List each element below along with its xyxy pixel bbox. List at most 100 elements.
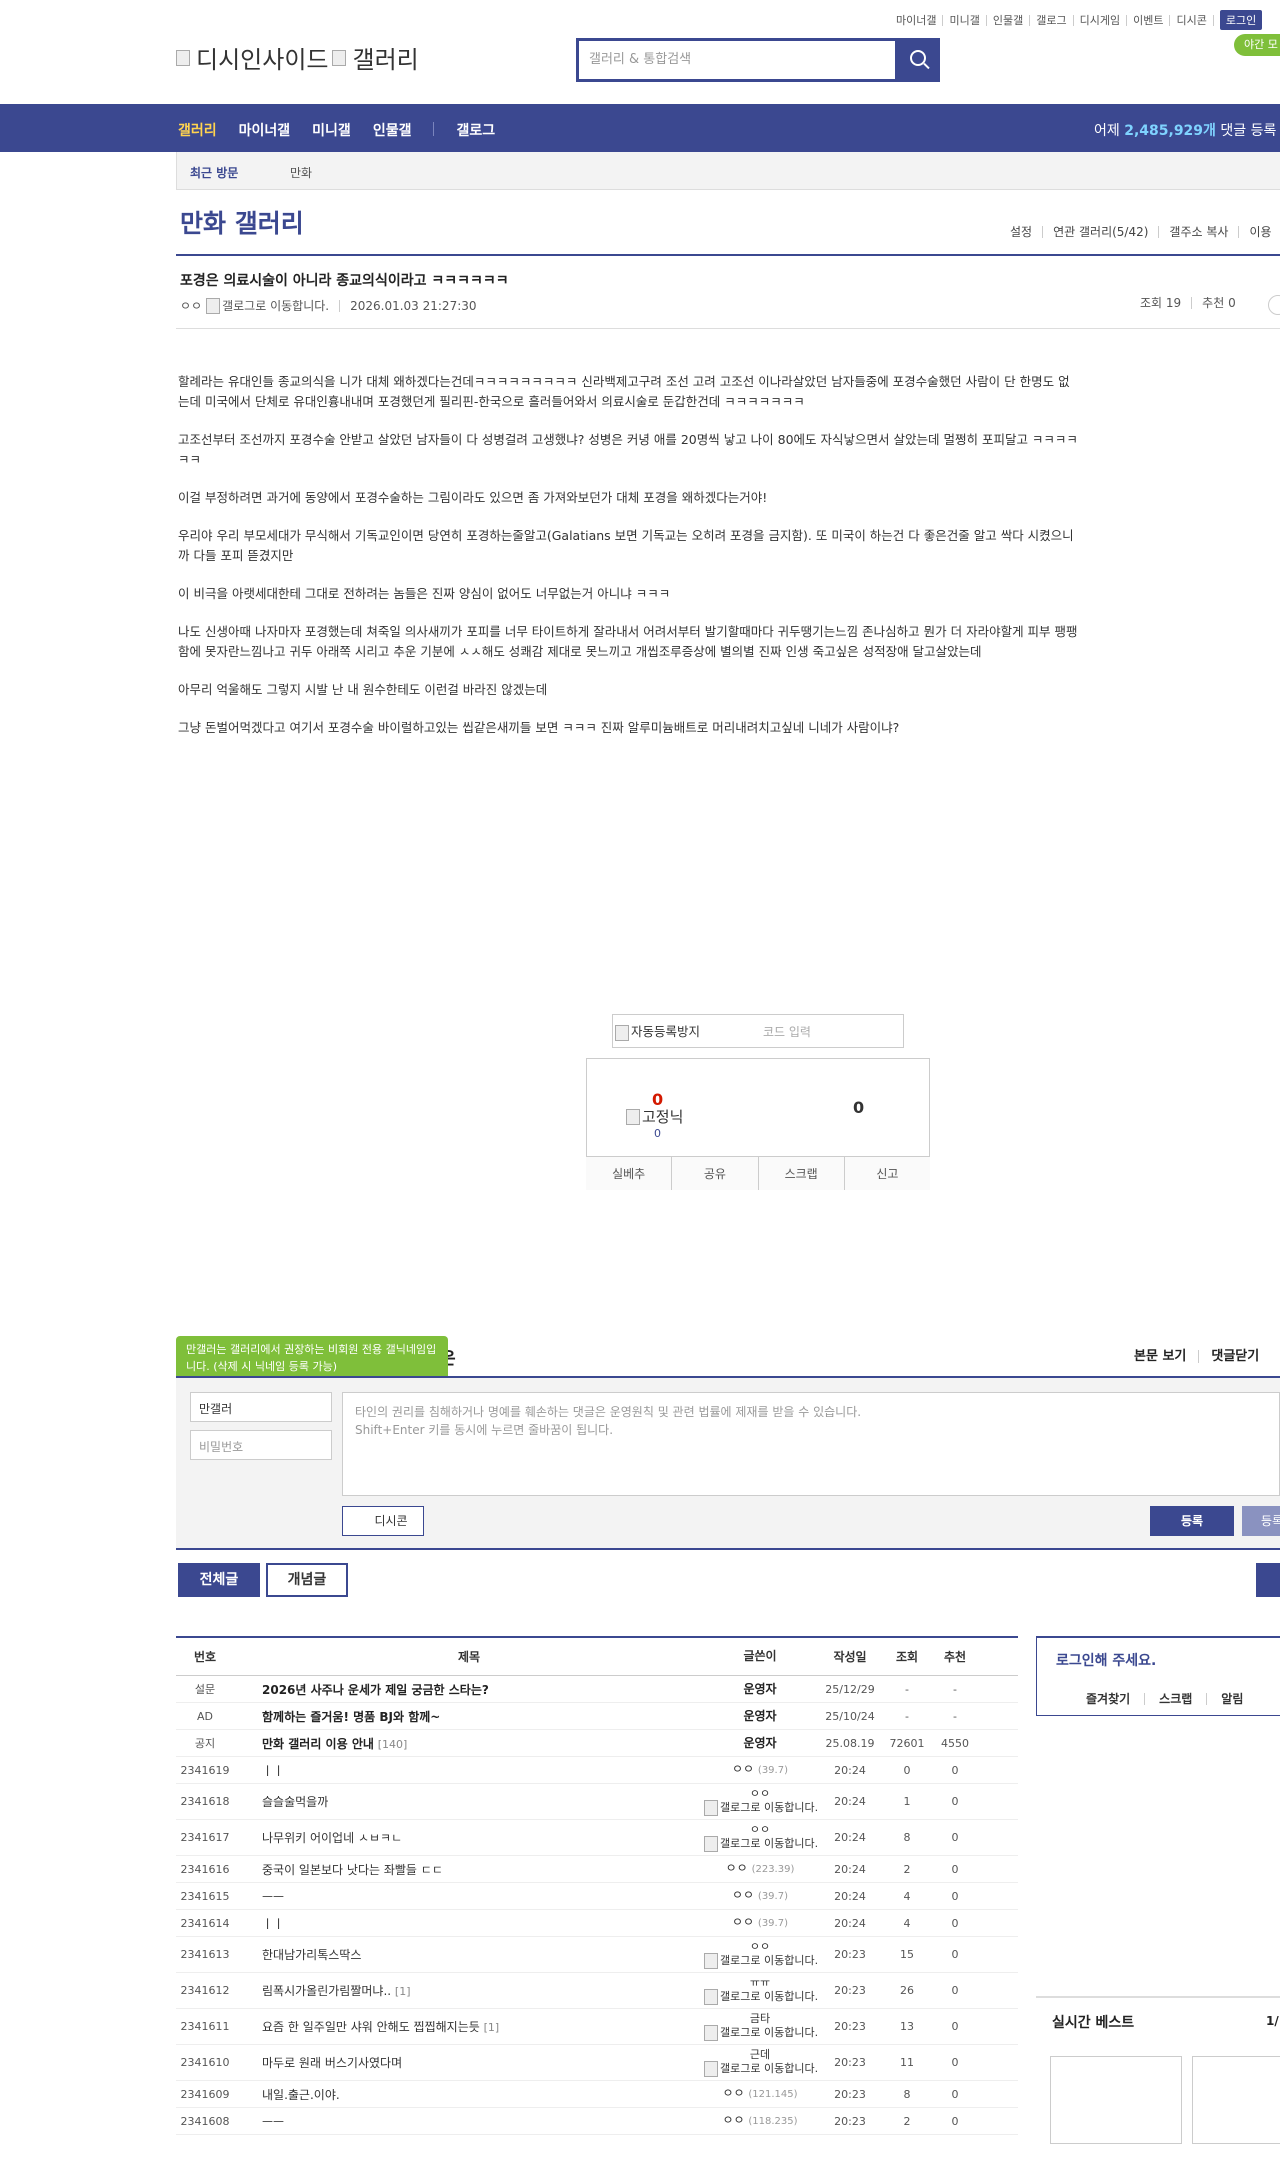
realbest-recommend-button[interactable]: 실베추 — [586, 1157, 671, 1190]
table-row[interactable]: 2341617 나무위키 어이업네 ㅅㅂㅋㄴ ㅇㅇ 갤로그로 이동합니다. 20:24 8… — [176, 1820, 1018, 1856]
share-button[interactable]: 공유 — [671, 1157, 757, 1190]
util-link-minor[interactable]: 마이너갤 — [890, 14, 944, 26]
table-row[interactable]: 공지 만화 갤러리 이용 안내 [140] 운영자 25.08.19 72601 4550 — [176, 1730, 1018, 1757]
row-title-text[interactable]: 내일.출근.이야. — [262, 2088, 340, 2102]
night-mode-toggle[interactable]: 야간 모 — [1234, 34, 1280, 56]
row-writer-nick[interactable]: ㅇㅇ — [732, 1888, 754, 1902]
row-writer-nick[interactable]: ㅇㅇ — [732, 1762, 754, 1776]
row-writer[interactable]: ㅇㅇ (39.7) — [704, 1889, 816, 1903]
view-body-button[interactable]: 본문 보기 — [1122, 1350, 1198, 1363]
row-writer[interactable]: ㅠㅠ 갤로그로 이동합니다. — [704, 1976, 818, 2005]
recommend-fixed-button[interactable]: 고정닉 — [626, 1106, 683, 1127]
more-options-icon[interactable] — [1268, 295, 1280, 315]
table-row[interactable]: 2341611 요즘 한 일주일만 샤워 안해도 찝찝해지는듯 [1] 금타 갤로그로… — [176, 2009, 1018, 2045]
table-row[interactable]: 2341614 ㅣㅣ ㅇㅇ (39.7) 20:24 4 0 — [176, 1910, 1018, 1937]
row-writer-nick[interactable]: ㅇㅇ — [732, 1915, 754, 1929]
notification-link[interactable]: 알림 — [1206, 1693, 1257, 1705]
row-writer-nick[interactable]: 운영자 — [743, 1736, 776, 1750]
row-writer[interactable]: 근데 갤로그로 이동합니다. — [704, 2048, 818, 2077]
related-galleries[interactable]: 연관 갤러리(5/42) — [1043, 226, 1160, 238]
row-title[interactable]: 중국이 일본보다 낫다는 좌빨들 ㄷㄷ — [234, 1861, 704, 1878]
row-writer[interactable]: ㅇㅇ 갤로그로 이동합니다. — [704, 1940, 818, 1969]
comment-textarea[interactable]: 타인의 권리를 침해하거나 명예를 훼손하는 댓글은 운영원칙 및 관련 법률에… — [342, 1392, 1280, 1496]
table-row[interactable]: 설문 2026년 사주나 운세가 제일 궁금한 스타는? 운영자 25/12/29 - - — [176, 1676, 1018, 1703]
row-writer-nick[interactable]: ㅠㅠ — [704, 1976, 816, 1989]
row-writer-nick[interactable]: ㅇㅇ — [722, 2086, 744, 2100]
util-link-game[interactable]: 디시게임 — [1074, 14, 1128, 26]
copy-gallery-address[interactable]: 갤주소 복사 — [1159, 226, 1240, 238]
table-row[interactable]: 2341612 림폭시가올린가림짤머냐.. [1] ㅠㅠ 갤로그로 이동합니다. 20:… — [176, 1973, 1018, 2009]
row-writer[interactable]: ㅇㅇ (121.145) — [704, 2087, 816, 2101]
row-writer-nick[interactable]: 운영자 — [743, 1709, 776, 1723]
row-writer[interactable]: 운영자 — [704, 1736, 816, 1750]
row-writer-nick[interactable]: 근데 — [704, 2048, 816, 2061]
login-button[interactable]: 로그인 — [1219, 10, 1263, 30]
row-writer[interactable]: ㅇㅇ (39.7) — [704, 1916, 816, 1930]
row-title[interactable]: 요즘 한 일주일만 샤워 안해도 찝찝해지는듯 [1] — [234, 2018, 704, 2035]
row-title-text[interactable]: 2026년 사주나 운세가 제일 궁금한 스타는? — [262, 1683, 489, 1697]
table-row[interactable]: 2341609 내일.출근.이야. ㅇㅇ (121.145) 20:23 8 0 — [176, 2081, 1018, 2108]
nav-minor-gallery[interactable]: 마이너갤 — [239, 120, 291, 140]
row-writer-nick[interactable]: ㅇㅇ — [722, 2113, 744, 2127]
row-reply-count[interactable]: [1] — [484, 2021, 500, 2034]
table-row[interactable]: 2341616 중국이 일본보다 낫다는 좌빨들 ㄷㄷ ㅇㅇ (223.39) 20:… — [176, 1856, 1018, 1883]
row-title[interactable]: 2026년 사주나 운세가 제일 궁금한 스타는? — [234, 1681, 704, 1698]
nav-gallog[interactable]: 갤로그 — [456, 120, 495, 140]
row-title[interactable]: 마두로 원래 버스기사였다며 — [234, 2054, 704, 2071]
row-writer-nick[interactable]: ㅇㅇ — [704, 1823, 816, 1836]
row-title[interactable]: ㅣㅣ — [234, 1915, 704, 1932]
row-title[interactable]: 림폭시가올린가림짤머냐.. [1] — [234, 1982, 704, 1999]
row-title[interactable]: 함께하는 즐거움! 명품 BJ와 함께~ — [234, 1708, 704, 1725]
site-logo[interactable]: 디시인사이드 갤러리 — [176, 40, 419, 75]
recent-visit-item[interactable]: 만화 — [290, 164, 312, 181]
util-link-mini[interactable]: 미니갤 — [943, 14, 987, 26]
row-writer[interactable]: ㅇㅇ 갤로그로 이동합니다. — [704, 1787, 818, 1816]
post-author-gallog-link[interactable]: 갤로그로 이동합니다. — [222, 297, 329, 314]
gallery-title[interactable]: 만화 갤러리 — [180, 204, 304, 240]
row-title[interactable]: ㅡㅡ — [234, 2113, 704, 2130]
tab-all-posts[interactable]: 전체글 — [178, 1563, 260, 1597]
util-link-dccon[interactable]: 디시콘 — [1170, 14, 1214, 26]
row-writer-gallog-link[interactable]: 갤로그로 이동합니다. — [704, 2025, 818, 2041]
table-row[interactable]: 2341613 한대남가리톡스딱스 ㅇㅇ 갤로그로 이동합니다. 20:23 15 0 — [176, 1937, 1018, 1973]
row-writer[interactable]: ㅇㅇ (223.39) — [704, 1862, 816, 1876]
row-writer-gallog-link[interactable]: 갤로그로 이동합니다. — [704, 2061, 818, 2077]
row-title-text[interactable]: 만화 갤러리 이용 안내 — [262, 1737, 374, 1751]
row-writer-gallog-link[interactable]: 갤로그로 이동합니다. — [704, 1800, 818, 1816]
row-title[interactable]: ㅡㅡ — [234, 1888, 704, 1905]
login-box-title[interactable]: 로그인해 주세요. — [1056, 1650, 1156, 1670]
row-reply-count[interactable]: [140] — [378, 1738, 408, 1751]
scrap-button[interactable]: 스크랩 — [757, 1157, 844, 1190]
nav-mini-gallery[interactable]: 미니갤 — [312, 120, 351, 140]
row-writer[interactable]: 운영자 — [704, 1709, 816, 1723]
write-button[interactable] — [1256, 1563, 1280, 1597]
row-title-text[interactable]: 마두로 원래 버스기사였다며 — [262, 2056, 402, 2070]
row-title-text[interactable]: ㅡㅡ — [262, 2115, 284, 2129]
search-button[interactable] — [895, 41, 937, 79]
table-row[interactable]: 2341615 ㅡㅡ ㅇㅇ (39.7) 20:24 4 0 — [176, 1883, 1018, 1910]
row-writer[interactable]: ㅇㅇ (39.7) — [704, 1763, 816, 1777]
row-title-text[interactable]: 림폭시가올린가림짤머냐.. — [262, 1984, 391, 1998]
row-reply-count[interactable]: [1] — [395, 1985, 411, 1998]
row-title-text[interactable]: 중국이 일본보다 낫다는 좌빨들 ㄷㄷ — [262, 1863, 443, 1877]
row-writer-gallog-link[interactable]: 갤로그로 이동합니다. — [704, 1989, 818, 2005]
search-input[interactable]: 갤러리 & 통합검색 — [579, 41, 895, 79]
row-writer-gallog-link[interactable]: 갤로그로 이동합니다. — [704, 1953, 818, 1969]
table-row[interactable]: 2341608 ㅡㅡ ㅇㅇ (118.235) 20:23 2 0 — [176, 2108, 1018, 2135]
table-row[interactable]: 2341618 슬슬술먹을까 ㅇㅇ 갤로그로 이동합니다. 20:24 1 0 — [176, 1784, 1018, 1820]
post-author[interactable]: ㅇㅇ — [180, 297, 202, 314]
row-title-text[interactable]: 한대남가리톡스딱스 — [262, 1948, 361, 1962]
nickname-input[interactable]: 만갤러 — [190, 1392, 332, 1422]
row-writer-nick[interactable]: 금타 — [704, 2012, 816, 2025]
gallery-settings[interactable]: 설정 — [1000, 226, 1044, 238]
row-writer[interactable]: ㅇㅇ (118.235) — [704, 2114, 816, 2128]
row-writer-nick[interactable]: ㅇㅇ — [704, 1940, 816, 1953]
best-thumbnail[interactable] — [1050, 2056, 1182, 2144]
tab-concept-posts[interactable]: 개념글 — [266, 1563, 348, 1597]
row-writer-nick[interactable]: 운영자 — [743, 1682, 776, 1696]
recommend-down-count[interactable]: 0 — [853, 1098, 864, 1117]
row-title-text[interactable]: 함께하는 즐거움! 명품 BJ와 함께~ — [262, 1710, 440, 1724]
nav-gallery[interactable]: 갤러리 — [178, 120, 217, 140]
best-thumbnail[interactable] — [1192, 2056, 1280, 2144]
row-title[interactable]: 내일.출근.이야. — [234, 2086, 704, 2103]
